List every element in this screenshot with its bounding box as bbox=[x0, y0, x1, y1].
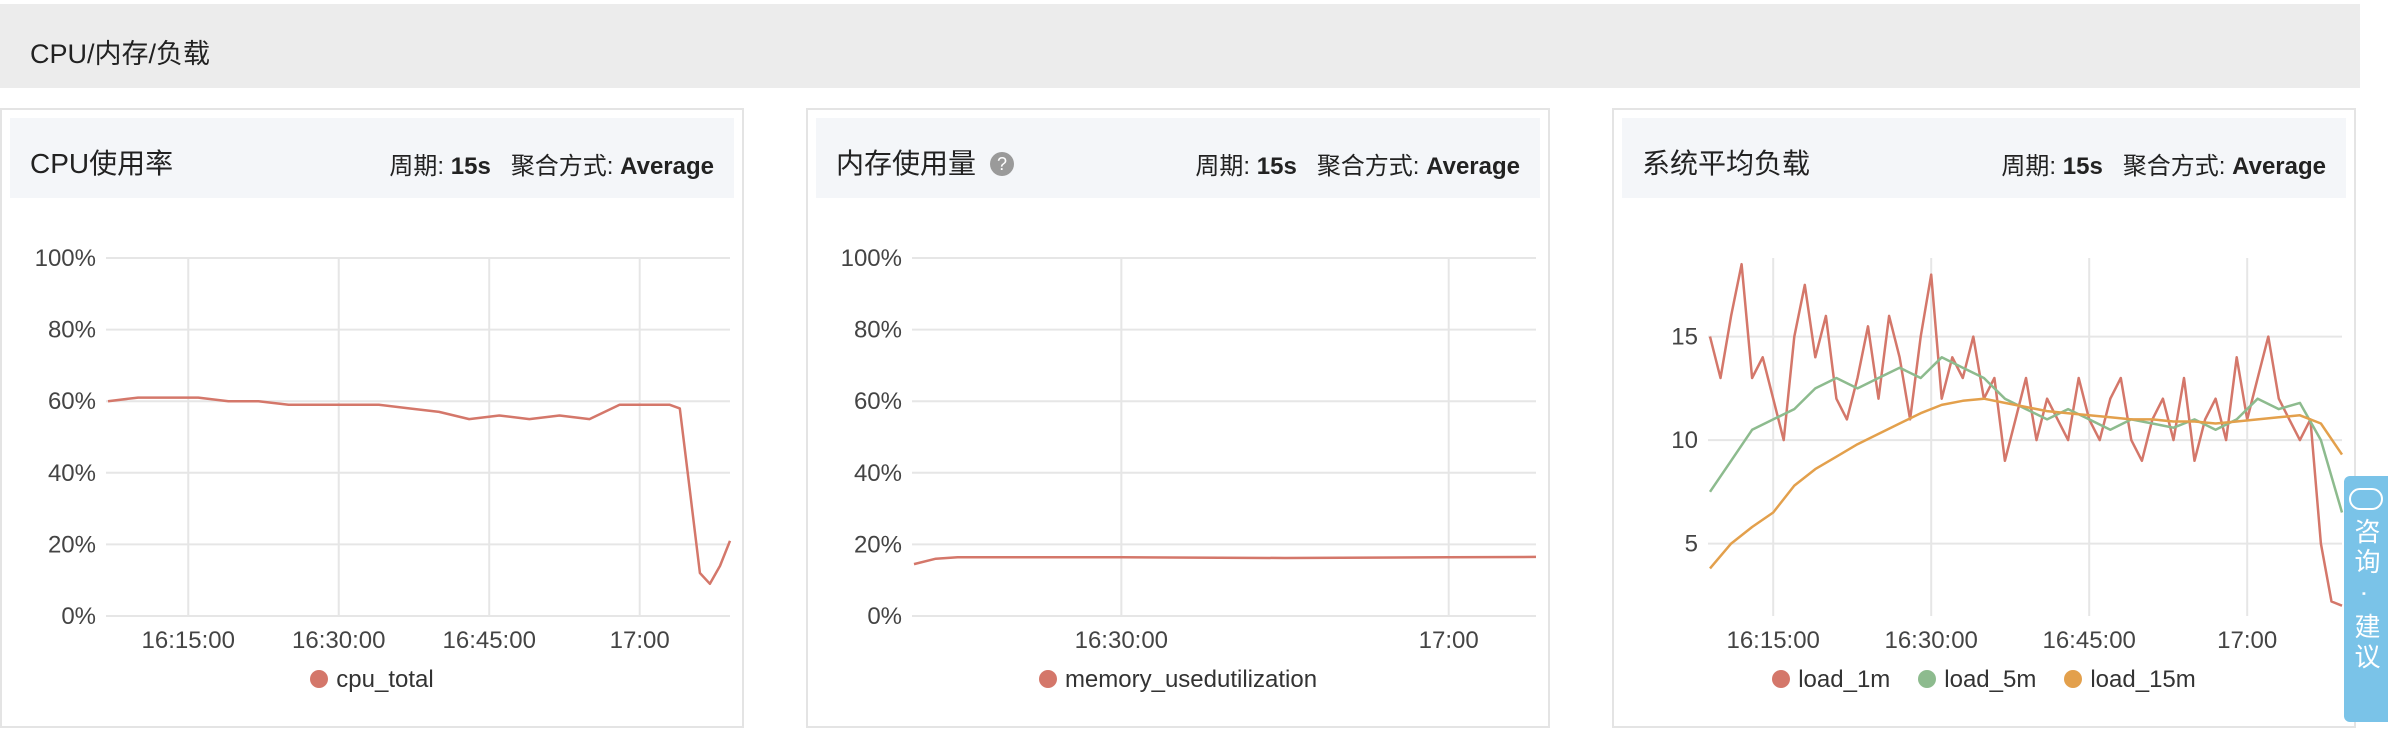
chart-legend: memory_usedutilization bbox=[808, 666, 1548, 694]
chart-legend: cpu_total bbox=[2, 666, 742, 694]
panel-title: 内存使用量? bbox=[836, 142, 1015, 182]
panel-header: 系统平均负载 周期: 15s 聚合方式: Average bbox=[1622, 118, 2346, 198]
load-chart: 5 10 15 16:15:00 16:30:00 16:45:00 17:00 bbox=[1671, 258, 2344, 654]
x-tick-label: 16:30:00 bbox=[1884, 627, 1977, 654]
y-tick-label: 0% bbox=[61, 603, 96, 630]
y-tick-label: 80% bbox=[48, 317, 96, 344]
aggregation-value: Average bbox=[2232, 153, 2326, 180]
x-tick-label: 16:30:00 bbox=[1075, 627, 1168, 654]
panel-meta: 周期: 15s 聚合方式: Average bbox=[389, 146, 714, 181]
aggregation-label: 聚合方式: bbox=[510, 153, 614, 180]
section-title: CPU/内存/负载 bbox=[30, 39, 211, 69]
help-icon[interactable]: ? bbox=[990, 151, 1015, 176]
y-tick-label: 60% bbox=[48, 388, 96, 415]
series-line-memory_usedutilization bbox=[913, 555, 1537, 566]
panel-title: 系统平均负载 bbox=[1642, 148, 1811, 179]
y-tick-label: 40% bbox=[854, 460, 902, 487]
aggregation-label: 聚合方式: bbox=[1316, 153, 1420, 180]
y-tick-label: 0% bbox=[867, 603, 902, 630]
aggregation-value: Average bbox=[620, 153, 714, 180]
legend-label: load_15m bbox=[2090, 666, 2196, 693]
legend-dot-icon bbox=[1772, 669, 1791, 688]
period-value: 15s bbox=[1256, 153, 1297, 180]
x-tick-label: 16:45:00 bbox=[443, 627, 536, 654]
y-tick-label: 5 bbox=[1685, 531, 1698, 558]
period-value: 15s bbox=[450, 153, 491, 180]
x-tick-label: 16:15:00 bbox=[1726, 627, 1819, 654]
legend-label: load_1m bbox=[1798, 666, 1891, 693]
x-tick-label: 17:00 bbox=[1419, 627, 1479, 654]
legend-item[interactable]: load_5m bbox=[1918, 666, 2036, 694]
consult-label: 咨询 · 建议 bbox=[2351, 518, 2381, 674]
panel-meta: 周期: 15s 聚合方式: Average bbox=[1195, 146, 1520, 181]
x-tick-label: 16:45:00 bbox=[2042, 627, 2135, 654]
y-tick-label: 80% bbox=[854, 317, 902, 344]
y-tick-label: 40% bbox=[48, 460, 96, 487]
period-value: 15s bbox=[2062, 153, 2103, 180]
y-tick-label: 60% bbox=[854, 388, 902, 415]
panel-header: 内存使用量? 周期: 15s 聚合方式: Average bbox=[816, 118, 1540, 198]
legend-item[interactable]: cpu_total bbox=[310, 666, 434, 694]
x-tick-label: 17:00 bbox=[2217, 627, 2277, 654]
period-label: 周期: bbox=[389, 153, 445, 180]
aggregation-value: Average bbox=[1426, 153, 1520, 180]
memory-chart: 0% 20% 40% 60% 80% 100% 16:30:00 17:00 bbox=[841, 245, 1537, 654]
y-tick-label: 100% bbox=[841, 245, 902, 272]
legend-dot-icon bbox=[310, 669, 329, 688]
panel-memory: 内存使用量? 周期: 15s 聚合方式: Average 0% 20% 40% 60% 8… bbox=[806, 108, 1550, 728]
x-tick-label: 16:15:00 bbox=[142, 627, 235, 654]
legend-dot-icon bbox=[2064, 669, 2083, 688]
legend-item[interactable]: memory_usedutilization bbox=[1038, 666, 1318, 694]
y-tick-label: 15 bbox=[1671, 324, 1698, 351]
legend-item[interactable]: load_15m bbox=[2064, 666, 2196, 694]
x-tick-label: 16:30:00 bbox=[292, 627, 385, 654]
panel-load: 系统平均负载 周期: 15s 聚合方式: Average 5 10 15 16:15:0… bbox=[1612, 108, 2356, 728]
series-line-cpu_total bbox=[107, 396, 732, 586]
panel-meta: 周期: 15s 聚合方式: Average bbox=[2001, 146, 2326, 181]
y-tick-label: 20% bbox=[854, 531, 902, 558]
panel-title-text: 内存使用量 bbox=[836, 148, 977, 179]
panel-header: CPU使用率 周期: 15s 聚合方式: Average bbox=[10, 118, 734, 198]
chat-icon bbox=[2349, 488, 2383, 510]
cpu-chart: 0% 20% 40% 60% 80% 100% 16:15:00 16:30:00 16:45:… bbox=[35, 245, 732, 654]
period-label: 周期: bbox=[2001, 153, 2057, 180]
legend-dot-icon bbox=[1038, 669, 1057, 688]
y-tick-label: 20% bbox=[48, 531, 96, 558]
period-label: 周期: bbox=[1195, 153, 1251, 180]
x-tick-label: 17:00 bbox=[610, 627, 670, 654]
consult-suggestion-button[interactable]: 咨询 · 建议 bbox=[2344, 476, 2388, 722]
legend-item[interactable]: load_1m bbox=[1772, 666, 1890, 694]
legend-label: load_5m bbox=[1944, 666, 2037, 693]
legend-label: cpu_total bbox=[336, 666, 434, 693]
section-header: CPU/内存/负载 bbox=[0, 4, 2360, 88]
panel-cpu: CPU使用率 周期: 15s 聚合方式: Average 0% 20% 40% 60% 8… bbox=[0, 108, 744, 728]
legend-label: memory_usedutilization bbox=[1064, 666, 1318, 693]
aggregation-label: 聚合方式: bbox=[2122, 153, 2226, 180]
chart-legend: load_1m load_5m load_15m bbox=[1614, 666, 2354, 694]
y-tick-label: 10 bbox=[1671, 427, 1698, 454]
legend-dot-icon bbox=[1918, 669, 1937, 688]
y-tick-label: 100% bbox=[35, 245, 96, 272]
panel-title: CPU使用率 bbox=[30, 148, 174, 179]
